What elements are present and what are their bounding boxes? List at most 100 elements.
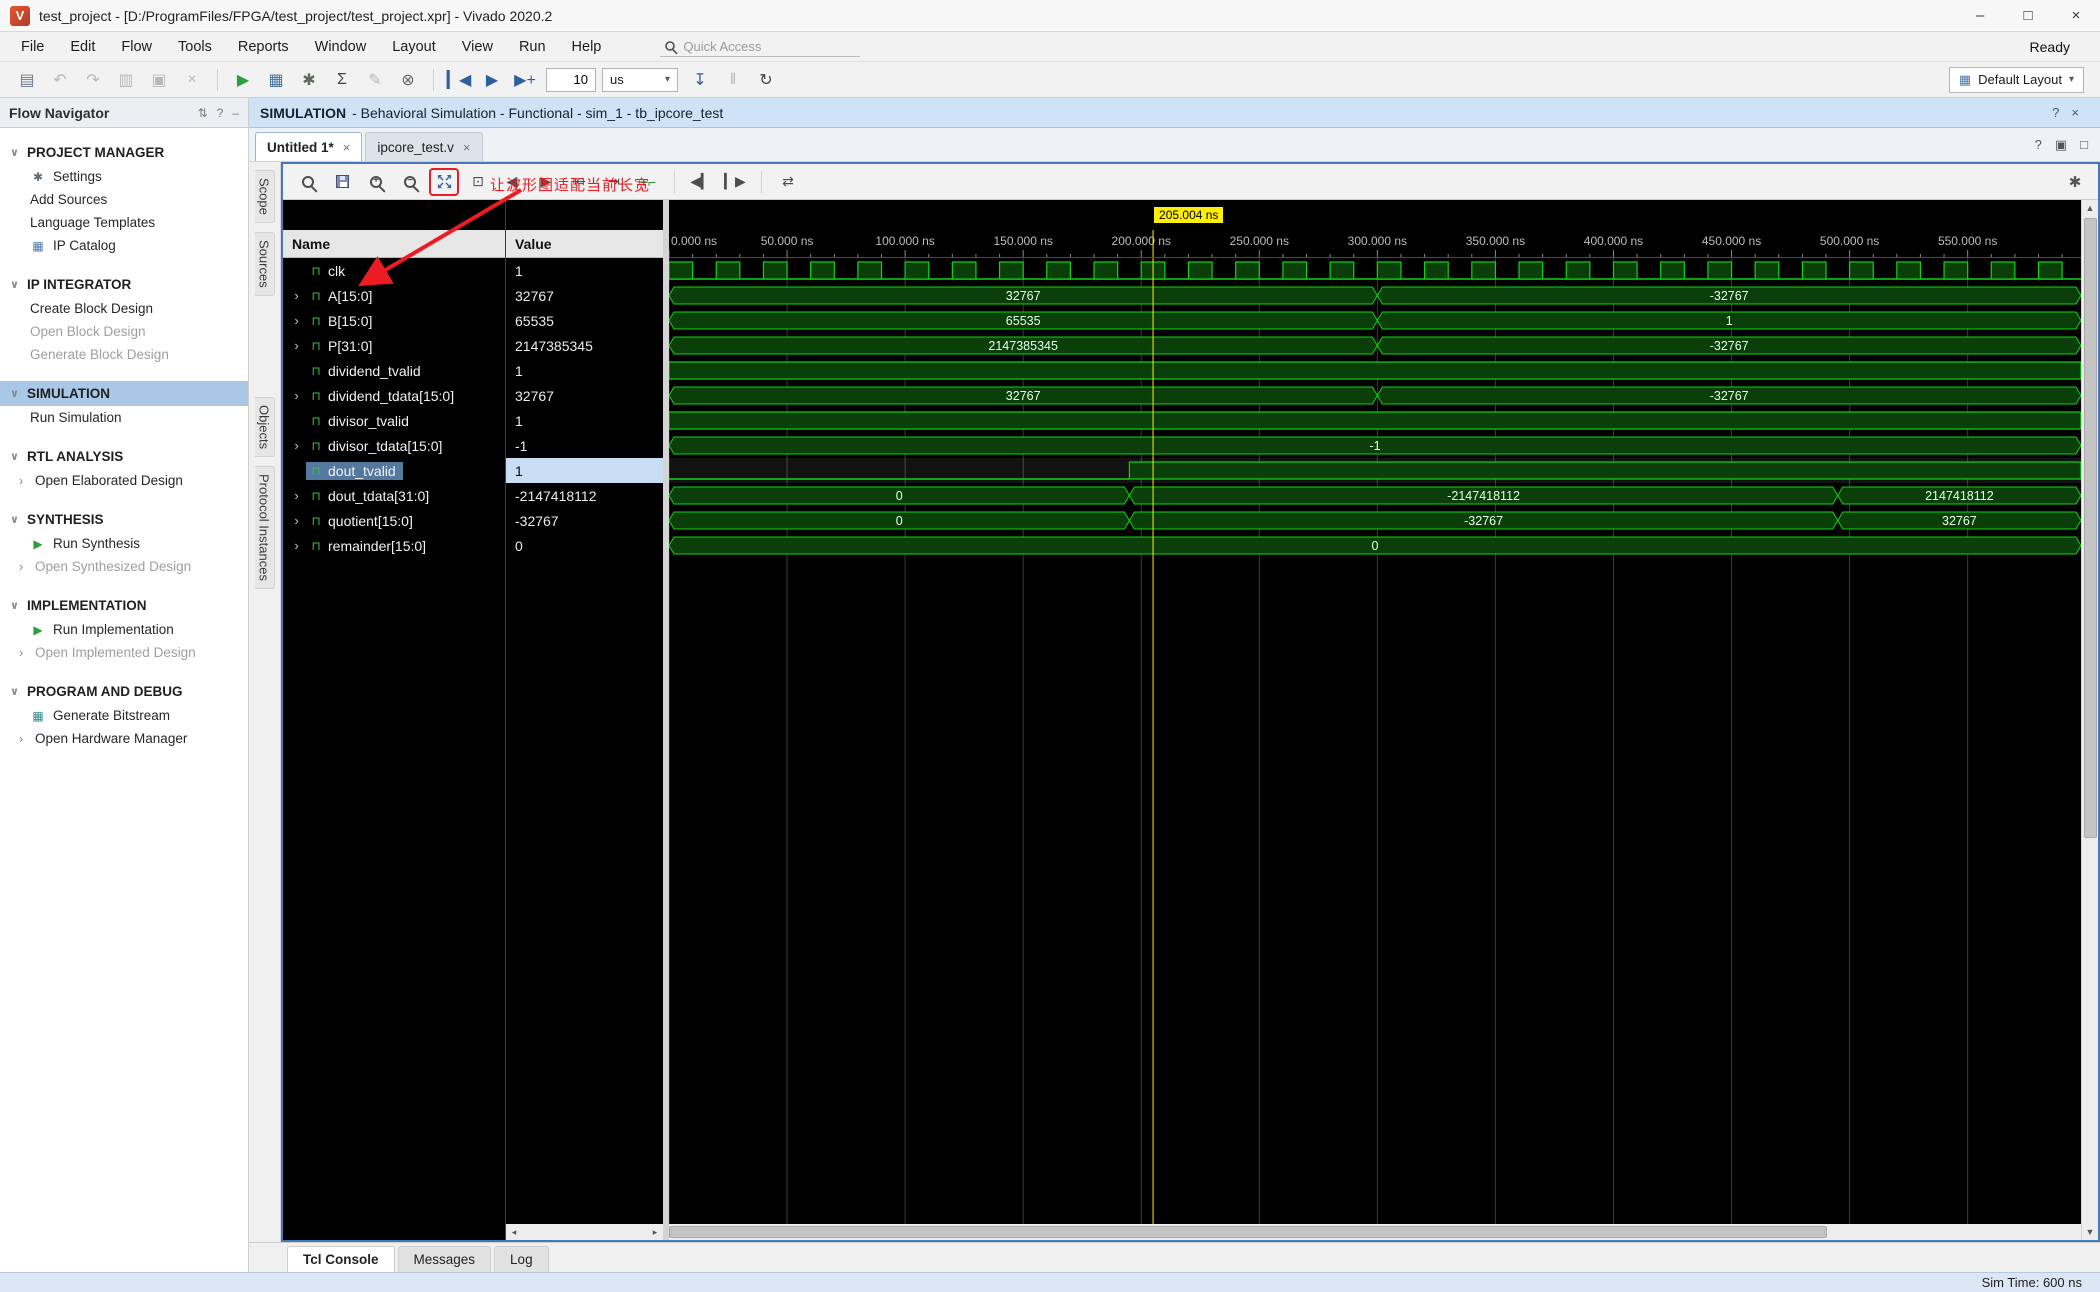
signal-row-quotient-15-0[interactable]: › ⊓ quotient[15:0] bbox=[283, 508, 505, 533]
flow-item-generate-bitstream[interactable]: ▦ Generate Bitstream bbox=[0, 704, 248, 727]
side-tab-sources[interactable]: Sources bbox=[254, 231, 275, 296]
flow-item-ip-catalog[interactable]: ▦ IP Catalog bbox=[0, 234, 248, 257]
value-row-b-15-0[interactable]: 65535 bbox=[506, 308, 663, 333]
signal-row-remainder-15-0[interactable]: › ⊓ remainder[15:0] bbox=[283, 533, 505, 558]
flow-section-header-ip-integrator[interactable]: ∨ IP INTEGRATOR bbox=[0, 272, 248, 297]
flow-item-add-sources[interactable]: Add Sources bbox=[0, 188, 248, 211]
maximize-button[interactable]: □ bbox=[2004, 0, 2052, 31]
hscroll-track[interactable] bbox=[522, 1224, 647, 1240]
menu-edit[interactable]: Edit bbox=[57, 35, 108, 59]
flow-item-language-templates[interactable]: Language Templates bbox=[0, 211, 248, 234]
undo-button[interactable]: ↶ bbox=[45, 66, 75, 94]
scroll-up-icon[interactable]: ▲ bbox=[2082, 200, 2098, 216]
flow-item-settings[interactable]: ✱ Settings bbox=[0, 165, 248, 188]
redo-button[interactable]: ↷ bbox=[78, 66, 108, 94]
maximize-icon[interactable]: □ bbox=[2080, 137, 2088, 153]
tab-untitled-1[interactable]: Untitled 1* × bbox=[255, 132, 363, 161]
expander-icon[interactable]: › bbox=[289, 513, 304, 528]
value-row-divisor-tvalid[interactable]: 1 bbox=[506, 408, 663, 433]
relaunch-button[interactable]: ↻ bbox=[751, 66, 781, 94]
flow-section-header-project-manager[interactable]: ∨ PROJECT MANAGER bbox=[0, 140, 248, 165]
signal-row-divisor-tdata-15-0[interactable]: › ⊓ divisor_tdata[15:0] bbox=[283, 433, 505, 458]
settings-gear-button[interactable]: ✱ bbox=[294, 66, 324, 94]
waveform-svg[interactable]: 32767 -32767 65535 1 2147385345 -32767 32767 -3… bbox=[669, 258, 2081, 1224]
flow-section-header-synthesis[interactable]: ∨ SYNTHESIS bbox=[0, 507, 248, 532]
menu-tools[interactable]: Tools bbox=[165, 35, 225, 59]
signal-row-p-31-0[interactable]: › ⊓ P[31:0] bbox=[283, 333, 505, 358]
value-row-dout-tvalid[interactable]: 1 bbox=[506, 458, 663, 483]
find-button[interactable] bbox=[293, 168, 323, 196]
minimize-panel-icon[interactable]: – bbox=[232, 106, 239, 120]
scroll-left-icon[interactable]: ◂ bbox=[506, 1227, 522, 1238]
previous-transition-button[interactable]: ◀▎ bbox=[686, 168, 716, 196]
signal-row-dout-tdata-31-0[interactable]: › ⊓ dout_tdata[31:0] bbox=[283, 483, 505, 508]
value-row-dout-tdata-31-0[interactable]: -2147418112 bbox=[506, 483, 663, 508]
help-icon[interactable]: ? bbox=[217, 106, 224, 120]
flow-item-open-hardware-manager[interactable]: › Open Hardware Manager bbox=[0, 727, 248, 750]
flow-item-open-implemented-design[interactable]: › Open Implemented Design bbox=[0, 641, 248, 664]
flow-item-run-simulation[interactable]: Run Simulation bbox=[0, 406, 248, 429]
close-icon[interactable]: × bbox=[343, 140, 351, 155]
value-row-dividend-tdata-15-0[interactable]: 32767 bbox=[506, 383, 663, 408]
zoom-to-cursor-button[interactable]: ⊡ bbox=[463, 168, 493, 196]
expander-icon[interactable]: › bbox=[289, 388, 304, 403]
signal-row-dividend-tvalid[interactable]: ⊓ dividend_tvalid bbox=[283, 358, 505, 383]
zoom-out-button[interactable]: − bbox=[395, 168, 425, 196]
cursor-time-label[interactable]: 205.004 ns bbox=[1154, 207, 1224, 223]
canvas-hscrollbar[interactable] bbox=[669, 1224, 2081, 1240]
expander-icon[interactable]: › bbox=[289, 488, 304, 503]
flow-section-header-rtl-analysis[interactable]: ∨ RTL ANALYSIS bbox=[0, 444, 248, 469]
quick-access-box[interactable] bbox=[660, 37, 861, 57]
value-row-divisor-tdata-15-0[interactable]: -1 bbox=[506, 433, 663, 458]
flow-item-open-elaborated-design[interactable]: › Open Elaborated Design bbox=[0, 469, 248, 492]
side-tab-protocol-instances[interactable]: Protocol Instances bbox=[254, 465, 275, 589]
menu-help[interactable]: Help bbox=[559, 35, 615, 59]
step-button[interactable]: ↧ bbox=[685, 66, 715, 94]
expander-icon[interactable]: › bbox=[289, 538, 304, 553]
run-for-time-button[interactable]: ▶+ bbox=[510, 66, 540, 94]
swap-cursors-button[interactable]: ⇄ bbox=[773, 168, 803, 196]
flow-item-run-synthesis[interactable]: ▶ Run Synthesis bbox=[0, 532, 248, 555]
vscroll-thumb[interactable] bbox=[2083, 218, 2097, 838]
open-file-button[interactable]: ▤ bbox=[12, 66, 42, 94]
menu-flow[interactable]: Flow bbox=[108, 35, 165, 59]
signal-row-b-15-0[interactable]: › ⊓ B[15:0] bbox=[283, 308, 505, 333]
value-row-clk[interactable]: 1 bbox=[506, 258, 663, 283]
bottom-tab-tcl-console[interactable]: Tcl Console bbox=[287, 1246, 395, 1272]
menu-view[interactable]: View bbox=[449, 35, 506, 59]
close-icon[interactable]: × bbox=[2071, 105, 2079, 120]
restart-sim-button[interactable]: ▎◀ bbox=[444, 66, 474, 94]
value-row-a-15-0[interactable]: 32767 bbox=[506, 283, 663, 308]
time-unit-select[interactable]: us ▾ bbox=[602, 67, 678, 92]
save-wave-config-button[interactable] bbox=[327, 168, 357, 196]
expander-icon[interactable]: › bbox=[289, 438, 304, 453]
name-column-header[interactable]: Name bbox=[283, 230, 505, 258]
minimize-button[interactable]: – bbox=[1956, 0, 2004, 31]
pause-button[interactable]: ‖ bbox=[718, 66, 748, 94]
zoom-fit-button[interactable] bbox=[429, 167, 459, 196]
next-transition-button[interactable]: ▎▶ bbox=[720, 168, 750, 196]
layout-selector[interactable]: ▦ Default Layout ▾ bbox=[1948, 66, 2084, 93]
close-button[interactable]: × bbox=[2052, 0, 2100, 31]
toggle-sections-icon[interactable]: ⇅ bbox=[198, 106, 208, 120]
edit-button[interactable]: ✎ bbox=[360, 66, 390, 94]
zoom-in-button[interactable]: + bbox=[361, 168, 391, 196]
value-row-quotient-15-0[interactable]: -32767 bbox=[506, 508, 663, 533]
name-value-hscrollbar[interactable]: ◂ ▸ bbox=[506, 1224, 663, 1240]
wave-settings-gear-button[interactable]: ✱ bbox=[2060, 168, 2090, 196]
waveform-canvas[interactable]: 32767 -32767 65535 1 2147385345 -32767 32767 -3… bbox=[669, 258, 2081, 1224]
menu-layout[interactable]: Layout bbox=[379, 35, 449, 59]
help-icon[interactable]: ? bbox=[2035, 137, 2042, 153]
value-column-header[interactable]: Value bbox=[506, 230, 663, 258]
hscroll-thumb[interactable] bbox=[669, 1226, 1827, 1238]
value-row-dividend-tvalid[interactable]: 1 bbox=[506, 358, 663, 383]
expander-icon[interactable]: › bbox=[289, 313, 304, 328]
scroll-down-icon[interactable]: ▼ bbox=[2082, 1224, 2098, 1240]
scroll-right-icon[interactable]: ▸ bbox=[647, 1227, 663, 1238]
flow-item-open-synthesized-design[interactable]: › Open Synthesized Design bbox=[0, 555, 248, 578]
canvas-vscrollbar[interactable]: ▲ ▼ bbox=[2081, 200, 2098, 1240]
flow-section-header-program-and-debug[interactable]: ∨ PROGRAM AND DEBUG bbox=[0, 679, 248, 704]
menu-run[interactable]: Run bbox=[506, 35, 559, 59]
delete-button[interactable]: × bbox=[177, 66, 207, 94]
run-button[interactable]: ▶ bbox=[228, 66, 258, 94]
